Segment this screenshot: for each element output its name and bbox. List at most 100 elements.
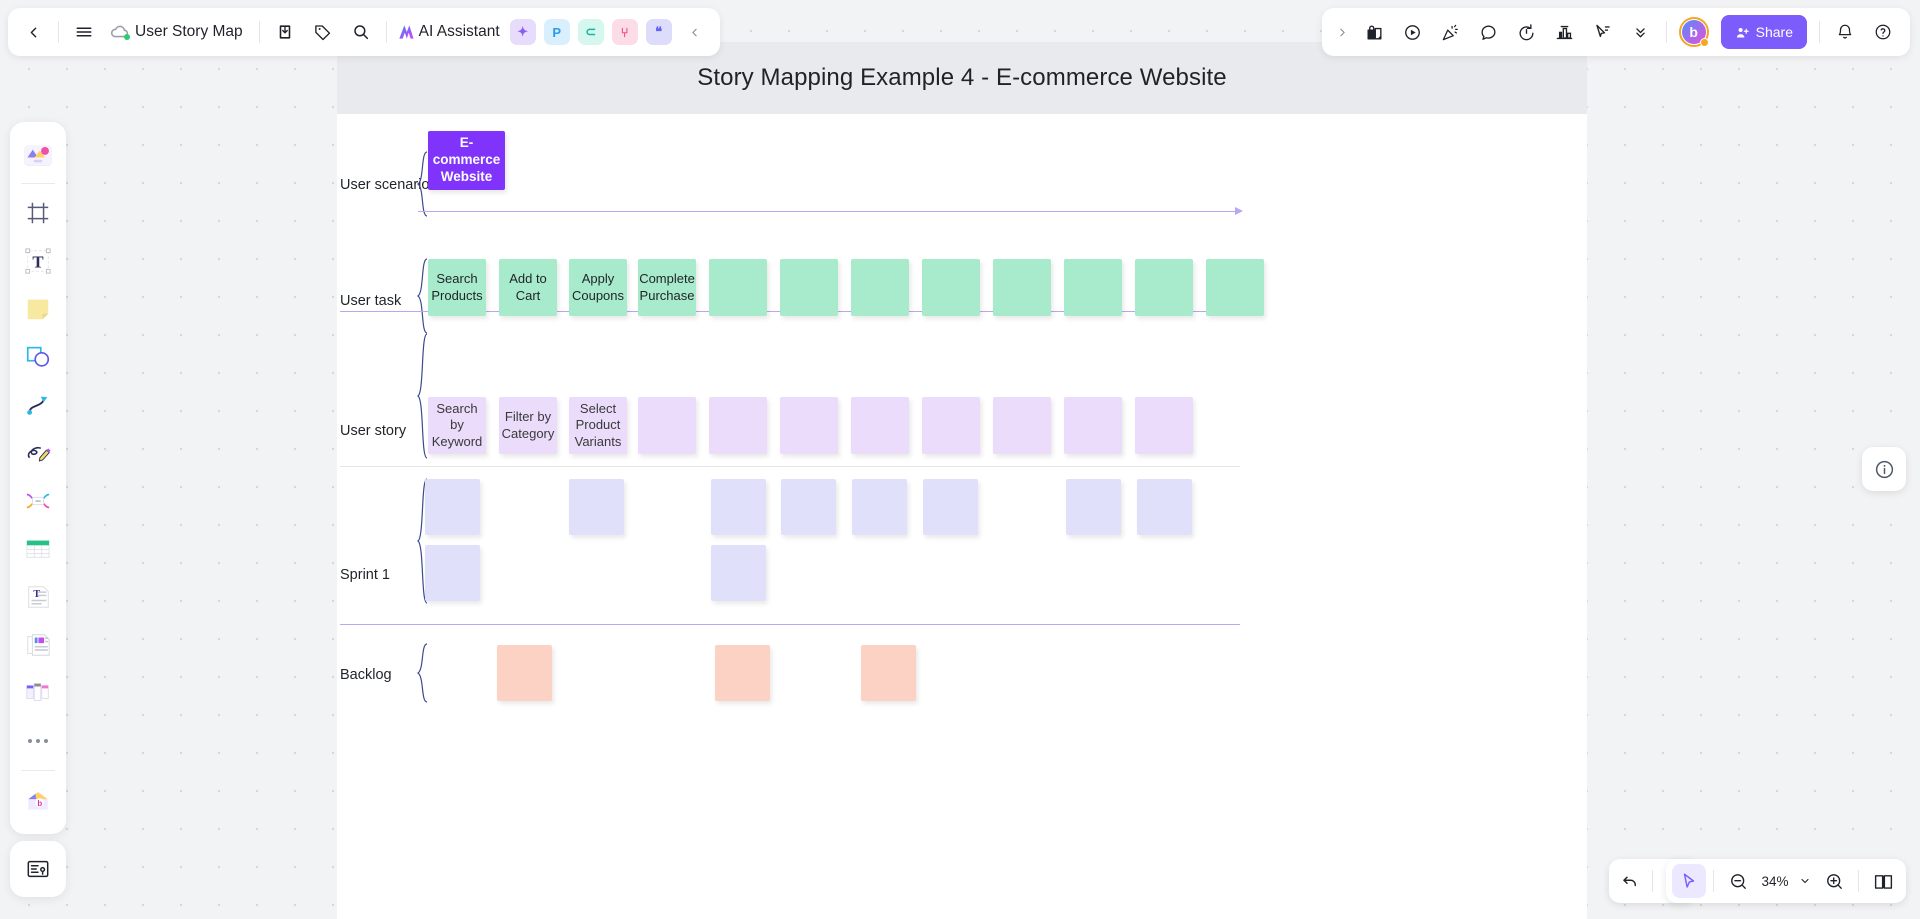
card-sprint-r1-4[interactable] bbox=[852, 479, 907, 535]
connector-icon bbox=[27, 396, 48, 415]
card-story-9[interactable] bbox=[1064, 397, 1122, 454]
card-task-8[interactable] bbox=[993, 259, 1051, 316]
zoom-out-button[interactable] bbox=[1721, 864, 1755, 898]
card-sprint-r1-1[interactable] bbox=[569, 479, 624, 535]
sidebar-item-pen[interactable] bbox=[17, 432, 59, 474]
ai-sparkle-icon[interactable] bbox=[393, 13, 419, 51]
card-story-8[interactable] bbox=[993, 397, 1051, 454]
sidebar-item-connector[interactable] bbox=[17, 384, 59, 426]
tag-button[interactable] bbox=[304, 13, 342, 51]
sidebar-item-sticky-note[interactable] bbox=[17, 288, 59, 330]
card-task-11[interactable] bbox=[1206, 259, 1264, 316]
sidebar-item-frame[interactable] bbox=[17, 192, 59, 234]
card-task-1[interactable]: Add to Cart bbox=[499, 259, 557, 316]
info-button[interactable] bbox=[1862, 447, 1906, 491]
card-sprint-r1-5[interactable] bbox=[923, 479, 978, 535]
sidebar-item-shapes[interactable] bbox=[17, 336, 59, 378]
sidebar-item-text-block[interactable]: T bbox=[17, 576, 59, 618]
presentation-icon[interactable]: P bbox=[543, 19, 570, 45]
card-task-10[interactable] bbox=[1135, 259, 1193, 316]
flow-arrow-line bbox=[418, 211, 1238, 213]
search-button[interactable] bbox=[342, 13, 380, 51]
card-sprint-r2-1[interactable] bbox=[711, 545, 766, 601]
ai-assistant-label[interactable]: AI Assistant bbox=[419, 23, 506, 41]
sidebar-item-document[interactable] bbox=[17, 624, 59, 666]
collapse-toolbar-button[interactable] bbox=[676, 13, 714, 51]
avatar[interactable]: b bbox=[1678, 17, 1709, 47]
card-task-2[interactable]: Apply Coupons bbox=[569, 259, 627, 316]
timer-icon[interactable] bbox=[1508, 13, 1546, 51]
card-story-7[interactable] bbox=[922, 397, 980, 454]
document-title[interactable]: User Story Map bbox=[131, 23, 253, 41]
card-backlog-0[interactable] bbox=[497, 645, 552, 701]
sidebar-item-mindmap[interactable] bbox=[17, 480, 59, 522]
zoom-in-button[interactable] bbox=[1817, 864, 1851, 898]
image-generate-icon[interactable]: ✦ bbox=[509, 19, 536, 45]
notification-bell-button[interactable] bbox=[1826, 13, 1864, 51]
card-scenario-0[interactable]: E-commerce Website bbox=[428, 131, 505, 190]
export-download-button[interactable] bbox=[266, 13, 304, 51]
card-backlog-1[interactable] bbox=[715, 645, 770, 701]
mindmap-icon[interactable]: ⊂ bbox=[577, 19, 604, 45]
share-button[interactable]: Share bbox=[1720, 15, 1807, 49]
card-story-5[interactable] bbox=[780, 397, 838, 454]
zoom-level-value[interactable]: 34% bbox=[1757, 874, 1793, 889]
sidebar-item-text[interactable]: T bbox=[17, 240, 59, 282]
card-sprint-r1-3[interactable] bbox=[781, 479, 836, 535]
brace-user-scenario bbox=[416, 151, 428, 217]
svg-text:b: b bbox=[37, 799, 42, 808]
app-icon-group: ✦ P ⊂ ⑂ ❝ bbox=[506, 19, 676, 45]
card-text: Search Products bbox=[431, 271, 483, 303]
back-button[interactable] bbox=[14, 13, 52, 51]
sidebar-item-more[interactable] bbox=[17, 720, 59, 762]
zoom-dropdown-button[interactable] bbox=[1795, 864, 1815, 898]
story-map-board: Story Mapping Example 4 - E-commerce Web… bbox=[337, 42, 1587, 919]
card-backlog-2[interactable] bbox=[861, 645, 916, 701]
comment-icon[interactable] bbox=[1470, 13, 1508, 51]
divider bbox=[1652, 870, 1653, 892]
card-story-1[interactable]: Filter by Category bbox=[499, 397, 557, 454]
sticky-lock-icon[interactable] bbox=[1356, 13, 1394, 51]
chevrons-down-icon[interactable] bbox=[1622, 13, 1660, 51]
expand-right-icon[interactable] bbox=[1330, 13, 1356, 51]
card-task-6[interactable] bbox=[851, 259, 909, 316]
card-story-0[interactable]: Search by Keyword bbox=[428, 397, 486, 454]
minimap-button[interactable] bbox=[1866, 864, 1900, 898]
card-sprint-r1-6[interactable] bbox=[1066, 479, 1121, 535]
sidebar-item-table[interactable] bbox=[17, 528, 59, 570]
hamburger-menu-button[interactable] bbox=[65, 13, 103, 51]
divider bbox=[58, 21, 59, 43]
chat-doc-icon[interactable]: ❝ bbox=[645, 19, 672, 45]
card-sprint-r1-0[interactable] bbox=[425, 479, 480, 535]
card-sprint-r1-7[interactable] bbox=[1137, 479, 1192, 535]
card-story-10[interactable] bbox=[1135, 397, 1193, 454]
more-tools-icon bbox=[28, 739, 48, 743]
card-story-6[interactable] bbox=[851, 397, 909, 454]
card-task-9[interactable] bbox=[1064, 259, 1122, 316]
card-sprint-r1-2[interactable] bbox=[711, 479, 766, 535]
card-sprint-r2-0[interactable] bbox=[425, 545, 480, 601]
sidebar-item-kanban[interactable] bbox=[17, 672, 59, 714]
card-task-7[interactable] bbox=[922, 259, 980, 316]
card-task-3[interactable]: Complete Purchase bbox=[638, 259, 696, 316]
flowchart-icon[interactable]: ⑂ bbox=[611, 19, 638, 45]
presentation-mode-button[interactable] bbox=[10, 841, 66, 897]
card-story-4[interactable] bbox=[709, 397, 767, 454]
svg-text:T: T bbox=[33, 589, 40, 600]
help-button[interactable] bbox=[1864, 13, 1902, 51]
cursor-pointer-icon[interactable] bbox=[1584, 13, 1622, 51]
undo-button[interactable] bbox=[1613, 864, 1647, 898]
card-task-0[interactable]: Search Products bbox=[428, 259, 486, 316]
select-tool-button[interactable] bbox=[1672, 864, 1706, 898]
vote-chart-icon[interactable] bbox=[1546, 13, 1584, 51]
card-story-3[interactable] bbox=[638, 397, 696, 454]
top-toolbar-left: User Story Map AI Assistant ✦ P ⊂ ⑂ ❝ bbox=[8, 8, 720, 56]
card-task-5[interactable] bbox=[780, 259, 838, 316]
play-circle-icon[interactable] bbox=[1394, 13, 1432, 51]
card-task-4[interactable] bbox=[709, 259, 767, 316]
celebrate-icon[interactable] bbox=[1432, 13, 1470, 51]
card-story-2[interactable]: Select Product Variants bbox=[569, 397, 627, 454]
sidebar-item-ai-tools[interactable]: b bbox=[17, 779, 59, 821]
share-label: Share bbox=[1755, 24, 1793, 40]
sidebar-item-templates[interactable] bbox=[17, 133, 59, 175]
